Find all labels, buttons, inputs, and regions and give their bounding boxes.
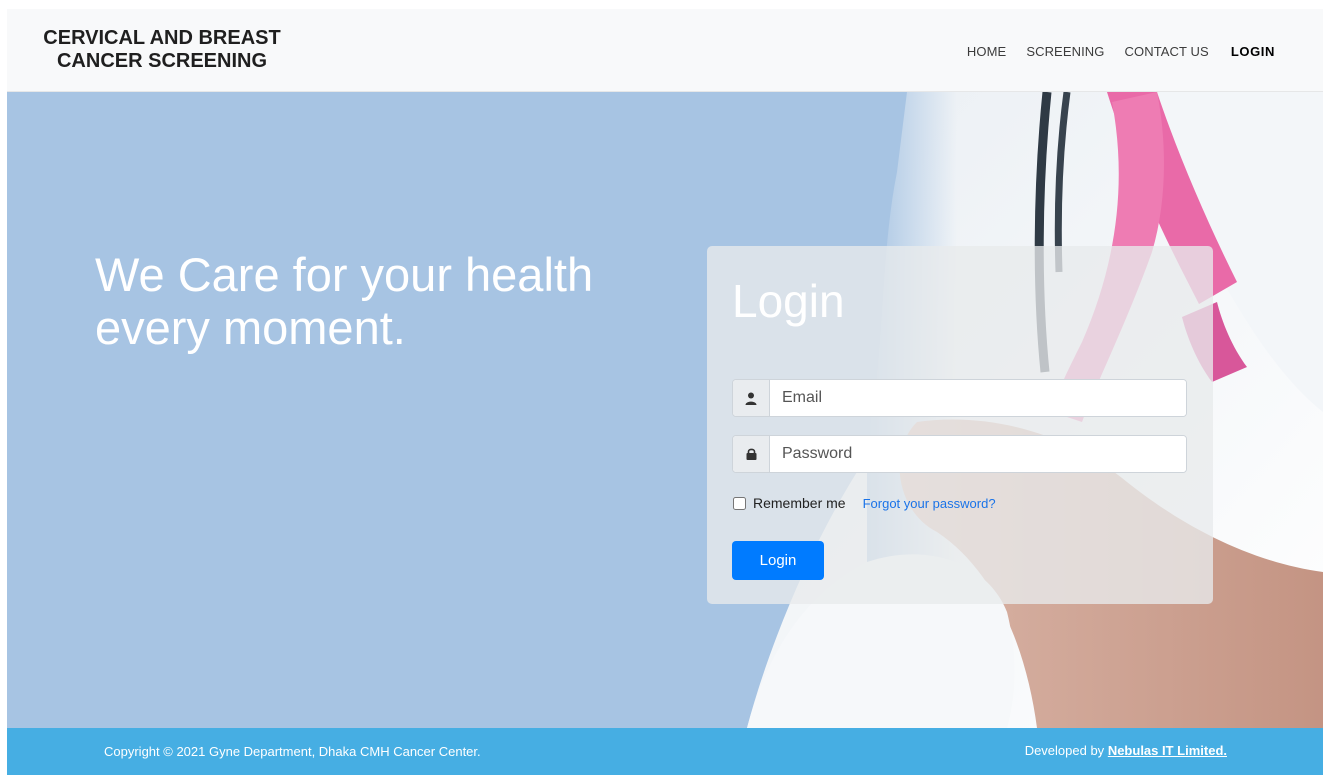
lock-icon bbox=[733, 436, 770, 472]
footer-developed-by: Developed by Nebulas IT Limited. bbox=[1025, 743, 1227, 758]
email-input-group bbox=[732, 379, 1187, 417]
brand-logo[interactable]: CERVICAL AND BREAST CANCER SCREENING bbox=[7, 27, 317, 73]
password-input-group bbox=[732, 435, 1187, 473]
remember-me-checkbox[interactable] bbox=[733, 496, 746, 510]
login-button[interactable]: Login bbox=[732, 541, 824, 580]
page: CERVICAL AND BREAST CANCER SCREENING HOM… bbox=[7, 9, 1323, 775]
password-input[interactable] bbox=[770, 436, 1186, 472]
email-input[interactable] bbox=[770, 380, 1186, 416]
hero-tagline: We Care for your health every moment. bbox=[95, 248, 655, 354]
footer-copyright: Copyright © 2021 Gyne Department, Dhaka … bbox=[104, 744, 481, 759]
nav-login[interactable]: LOGIN bbox=[1231, 44, 1275, 59]
remember-me-label[interactable]: Remember me bbox=[753, 495, 846, 511]
footer: Copyright © 2021 Gyne Department, Dhaka … bbox=[7, 728, 1323, 775]
navbar: CERVICAL AND BREAST CANCER SCREENING HOM… bbox=[7, 9, 1323, 92]
main-nav: HOME SCREENING CONTACT US LOGIN bbox=[967, 44, 1275, 59]
remember-row: Remember me Forgot your password? bbox=[733, 495, 996, 511]
developed-by-prefix: Developed by bbox=[1024, 743, 1108, 758]
tagline-line-2: every moment. bbox=[95, 301, 406, 354]
nav-screening[interactable]: SCREENING bbox=[1026, 44, 1104, 59]
login-card: Login Email Remember me Forgot your pass… bbox=[707, 246, 1213, 604]
hero-section: We Care for your health every moment. Lo… bbox=[7, 92, 1323, 728]
developer-link[interactable]: Nebulas IT Limited. bbox=[1108, 743, 1227, 758]
nav-home[interactable]: HOME bbox=[967, 44, 1006, 59]
nav-contact-us[interactable]: CONTACT US bbox=[1125, 44, 1209, 59]
login-title: Login bbox=[732, 275, 845, 327]
forgot-password-link[interactable]: Forgot your password? bbox=[863, 496, 996, 511]
brand-line-1: CERVICAL AND BREAST bbox=[43, 27, 281, 49]
user-icon bbox=[733, 380, 770, 416]
tagline-line-1: We Care for your health bbox=[95, 248, 594, 301]
brand-line-2: CANCER SCREENING bbox=[56, 50, 268, 72]
